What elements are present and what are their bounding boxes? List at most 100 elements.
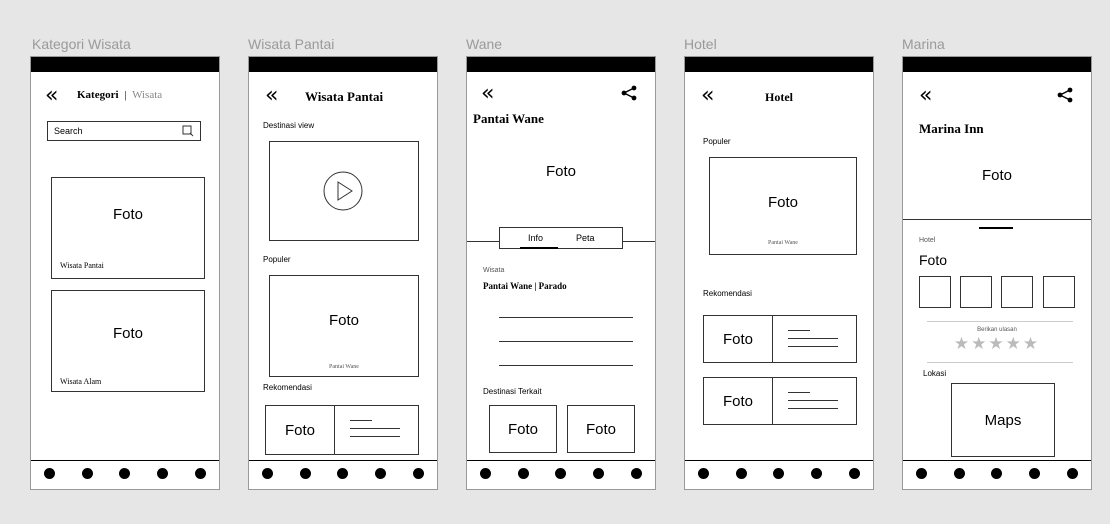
card-caption: Wisata Pantai	[60, 261, 104, 270]
search-input[interactable]: Search	[47, 121, 201, 141]
populer-card[interactable]: Foto Pantai Wane	[269, 275, 419, 377]
page-title: Kategori | Wisata	[77, 89, 162, 101]
text-line	[350, 436, 400, 437]
nav-dot[interactable]	[119, 468, 131, 479]
status-bar	[467, 57, 655, 72]
back-icon[interactable]: «	[919, 85, 932, 107]
page-title: Hotel	[765, 90, 793, 104]
section-title: Populer	[703, 137, 731, 146]
nav-dot[interactable]	[735, 468, 747, 479]
nav-dot[interactable]	[81, 468, 93, 479]
map-view[interactable]: Maps	[951, 383, 1055, 457]
title-sub: Wisata	[132, 89, 163, 101]
back-icon[interactable]: «	[481, 83, 494, 105]
title-separator: |	[124, 89, 127, 101]
section-title: Destinasi view	[263, 121, 315, 130]
page-title: Pantai Wane	[473, 111, 544, 126]
card-caption: Pantai Wane	[768, 240, 798, 246]
bottom-nav	[467, 460, 655, 489]
nav-dot[interactable]	[480, 468, 492, 479]
nav-dot[interactable]	[953, 468, 965, 479]
text-line	[788, 338, 838, 339]
section-title: Destinasi Terkait	[483, 387, 542, 396]
rekomendasi-card[interactable]: Foto	[265, 405, 419, 455]
share-icon[interactable]	[621, 85, 637, 101]
nav-dot[interactable]	[991, 468, 1003, 479]
photo-placeholder: Foto	[545, 163, 576, 180]
nav-dot[interactable]	[262, 468, 274, 479]
share-icon[interactable]	[1057, 87, 1073, 103]
category-label: Hotel	[919, 237, 936, 244]
section-title: Lokasi	[923, 369, 947, 378]
nav-dot[interactable]	[194, 468, 206, 479]
nav-dot[interactable]	[337, 468, 349, 479]
gallery-thumb[interactable]	[1043, 276, 1075, 308]
nav-dot[interactable]	[517, 468, 529, 479]
frame-label-hotel: Hotel	[684, 36, 717, 52]
nav-dot[interactable]	[412, 468, 424, 479]
search-icon[interactable]	[182, 125, 194, 137]
section-title: Rekomendasi	[703, 289, 752, 298]
back-icon[interactable]: «	[265, 85, 278, 107]
status-bar	[31, 57, 219, 72]
text-line	[788, 346, 838, 347]
tab-indicator	[520, 247, 558, 249]
nav-dot[interactable]	[773, 468, 785, 479]
phone-kategori: « Kategori | Wisata Search Foto Wisata P…	[30, 56, 220, 490]
tab-peta[interactable]: Peta	[576, 233, 595, 243]
nav-dot[interactable]	[555, 468, 567, 479]
text-line	[499, 365, 633, 366]
search-placeholder: Search	[54, 126, 83, 136]
category-card[interactable]: Foto Wisata Alam	[51, 290, 205, 392]
category-card[interactable]: Foto Wisata Pantai	[51, 177, 205, 279]
card-caption: Wisata Alam	[60, 377, 102, 386]
rekomendasi-card[interactable]: Foto	[703, 377, 857, 425]
category-label: Wisata	[483, 267, 505, 274]
text-line	[350, 428, 400, 429]
nav-dot[interactable]	[593, 468, 605, 479]
page-title: Marina Inn	[919, 121, 984, 136]
section-title: Populer	[263, 255, 291, 264]
title-main: Kategori	[77, 89, 119, 101]
nav-dot[interactable]	[1066, 468, 1078, 479]
text-line	[499, 341, 633, 342]
phone-hotel: « Hotel Populer Foto Pantai Wane Rekomen…	[684, 56, 874, 490]
related-card[interactable]: Foto	[567, 405, 635, 453]
bottom-nav	[249, 460, 437, 489]
nav-dot[interactable]	[375, 468, 387, 479]
nav-dot[interactable]	[630, 468, 642, 479]
play-icon[interactable]	[322, 170, 364, 212]
nav-dot[interactable]	[299, 468, 311, 479]
star-rating[interactable]: ★★★★★	[903, 334, 1091, 354]
nav-dot[interactable]	[916, 468, 928, 479]
back-icon[interactable]: «	[45, 85, 58, 107]
divider	[903, 219, 1091, 220]
gallery-thumb[interactable]	[1001, 276, 1033, 308]
photo-placeholder: Foto	[112, 325, 143, 342]
related-card[interactable]: Foto	[489, 405, 557, 453]
back-icon[interactable]: «	[701, 85, 714, 107]
rekomendasi-card[interactable]: Foto	[703, 315, 857, 363]
gallery-thumb[interactable]	[960, 276, 992, 308]
nav-dot[interactable]	[1029, 468, 1041, 479]
bottom-nav	[31, 460, 219, 489]
photo-placeholder: Foto	[981, 167, 1012, 184]
nav-dot[interactable]	[811, 468, 823, 479]
nav-dot[interactable]	[698, 468, 710, 479]
bottom-nav	[685, 460, 873, 489]
nav-dot[interactable]	[848, 468, 860, 479]
card-caption: Pantai Wane	[329, 364, 359, 370]
tab-info[interactable]: Info	[528, 233, 543, 243]
drag-handle[interactable]	[979, 227, 1013, 229]
nav-dot[interactable]	[44, 468, 56, 479]
frame-label-marina: Marina	[902, 36, 945, 52]
video-player[interactable]	[269, 141, 419, 241]
photo-placeholder: Foto	[266, 406, 335, 454]
review-label: Berikan ulasan	[977, 327, 1017, 333]
gallery-thumb[interactable]	[919, 276, 951, 308]
populer-card[interactable]: Foto Pantai Wane	[709, 157, 857, 255]
nav-dot[interactable]	[157, 468, 169, 479]
frame-label-pantai: Wisata Pantai	[248, 36, 335, 52]
status-bar	[903, 57, 1091, 72]
text-line	[499, 317, 633, 318]
